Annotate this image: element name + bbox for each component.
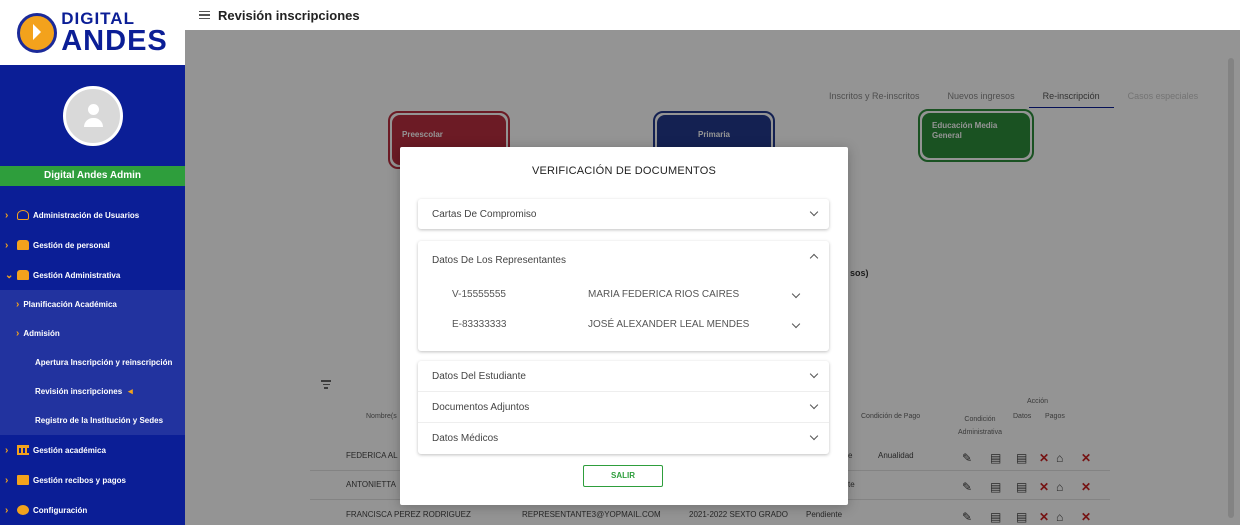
bank-icon xyxy=(17,445,29,455)
accordion-label: Documentos Adjuntos xyxy=(432,401,530,413)
chevron-up-icon[interactable] xyxy=(809,253,819,263)
chevron-right-icon: › xyxy=(5,474,9,486)
chevron-down-icon[interactable] xyxy=(809,207,819,217)
sidebar-item-label: Admisión xyxy=(23,329,60,338)
representative-name: JOSÉ ALEXANDER LEAL MENDES xyxy=(588,319,750,330)
representative-id: V-15555555 xyxy=(452,289,506,300)
chevron-down-icon[interactable] xyxy=(791,319,801,329)
user-name: Digital Andes Admin xyxy=(0,166,185,186)
accordion-estudiante[interactable]: Datos Del Estudiante xyxy=(418,361,829,392)
briefcase-icon xyxy=(17,475,29,485)
profile-area xyxy=(0,66,185,166)
chevron-right-icon: › xyxy=(16,299,20,310)
sidebar-item-label: Planificación Académica xyxy=(23,300,117,309)
sidebar-item-configuracion[interactable]: › Configuración xyxy=(0,495,185,525)
sidebar-menu: › Administración de Usuarios › Gestión d… xyxy=(0,200,185,525)
chevron-right-icon: › xyxy=(5,209,9,221)
chevron-right-icon: › xyxy=(16,328,20,339)
chevron-down-icon[interactable] xyxy=(791,289,801,299)
chevron-right-icon: › xyxy=(5,504,9,516)
sidebar-item-planificacion[interactable]: › Planificación Académica xyxy=(0,290,185,319)
sidebar-item-label: Apertura Inscripción y reinscripción xyxy=(35,358,173,367)
logo-text-top: DIGITAL xyxy=(61,8,135,28)
sidebar-item-label: Administración de Usuarios xyxy=(33,210,140,220)
sidebar-item-apertura[interactable]: Apertura Inscripción y reinscripción xyxy=(0,348,185,377)
modal-title: VERIFICACIÓN DE DOCUMENTOS xyxy=(531,165,717,177)
representative-row[interactable]: E-83333333 JOSÉ ALEXANDER LEAL MENDES xyxy=(418,309,829,339)
sidebar-item-admision[interactable]: › Admisión xyxy=(0,319,185,348)
sidebar-submenu: › Planificación Académica › Admisión Ape… xyxy=(0,290,185,435)
chevron-down-icon: ⌄ xyxy=(5,269,14,281)
chevron-right-icon: › xyxy=(5,444,9,456)
avatar xyxy=(62,86,123,146)
sidebar-item-administrativa[interactable]: ⌄ Gestión Administrativa xyxy=(0,260,185,290)
accordion-medicos[interactable]: Datos Médicos xyxy=(418,423,829,454)
document-verification-modal: VERIFICACIÓN DE DOCUMENTOS Cartas De Com… xyxy=(400,147,848,505)
chevron-down-icon[interactable] xyxy=(809,400,819,410)
accordion-adjuntos[interactable]: Documentos Adjuntos xyxy=(418,392,829,423)
chevron-down-icon[interactable] xyxy=(809,369,819,379)
top-bar: Revisión inscripciones xyxy=(185,0,1240,30)
accordion-label: Cartas De Compromiso xyxy=(432,208,537,220)
people-icon xyxy=(17,270,29,280)
accordion-label: Datos Médicos xyxy=(432,433,499,444)
salir-button[interactable]: SALIR xyxy=(583,465,663,487)
sidebar-item-academica[interactable]: › Gestión académica xyxy=(0,435,185,465)
page-title: Revisión inscripciones xyxy=(218,7,360,23)
logo-text-bottom: ANDES xyxy=(61,24,168,57)
sidebar-item-registro[interactable]: Registro de la Institución y Sedes xyxy=(0,406,185,435)
sidebar-item-recibos[interactable]: › Gestión recibos y pagos xyxy=(0,465,185,495)
sidebar-item-label: Registro de la Institución y Sedes xyxy=(35,416,164,425)
people-icon xyxy=(17,240,29,250)
user-icon xyxy=(17,210,29,220)
accordion-cartas[interactable]: Cartas De Compromiso xyxy=(418,199,829,229)
sidebar-item-revision[interactable]: Revisión inscripciones xyxy=(0,377,185,406)
sidebar-item-label: Configuración xyxy=(33,505,88,515)
representative-row[interactable]: V-15555555 MARIA FEDERICA RIOS CAIRES xyxy=(418,279,829,309)
representative-name: MARIA FEDERICA RIOS CAIRES xyxy=(588,289,740,300)
accordion-representantes[interactable]: Datos De Los Representantes V-15555555 M… xyxy=(418,241,829,351)
representative-id: E-83333333 xyxy=(452,319,507,330)
sidebar-item-personal[interactable]: › Gestión de personal xyxy=(0,230,185,260)
accordion-label: Datos De Los Representantes xyxy=(432,254,566,266)
accordion-label: Datos Del Estudiante xyxy=(432,370,526,382)
sidebar-item-label: Gestión de personal xyxy=(33,240,110,250)
accordion-group: Datos Del Estudiante Documentos Adjuntos… xyxy=(418,361,829,454)
hamburger-menu-icon[interactable] xyxy=(199,11,210,19)
sidebar-item-label: Gestión académica xyxy=(33,445,106,455)
sidebar-item-label: Gestión recibos y pagos xyxy=(33,475,126,485)
sidebar-item-label: Revisión inscripciones xyxy=(35,387,123,396)
chevron-down-icon[interactable] xyxy=(809,431,819,441)
logo-cursor-icon xyxy=(17,12,58,53)
sidebar: DIGITAL ANDES Digital Andes Admin › Admi… xyxy=(0,0,185,525)
gear-icon xyxy=(17,505,29,515)
sidebar-item-label: Gestión Administrativa xyxy=(33,270,121,280)
chevron-right-icon: › xyxy=(5,239,9,251)
sidebar-item-usuarios[interactable]: › Administración de Usuarios xyxy=(0,200,185,230)
logo[interactable]: DIGITAL ANDES xyxy=(0,0,185,65)
